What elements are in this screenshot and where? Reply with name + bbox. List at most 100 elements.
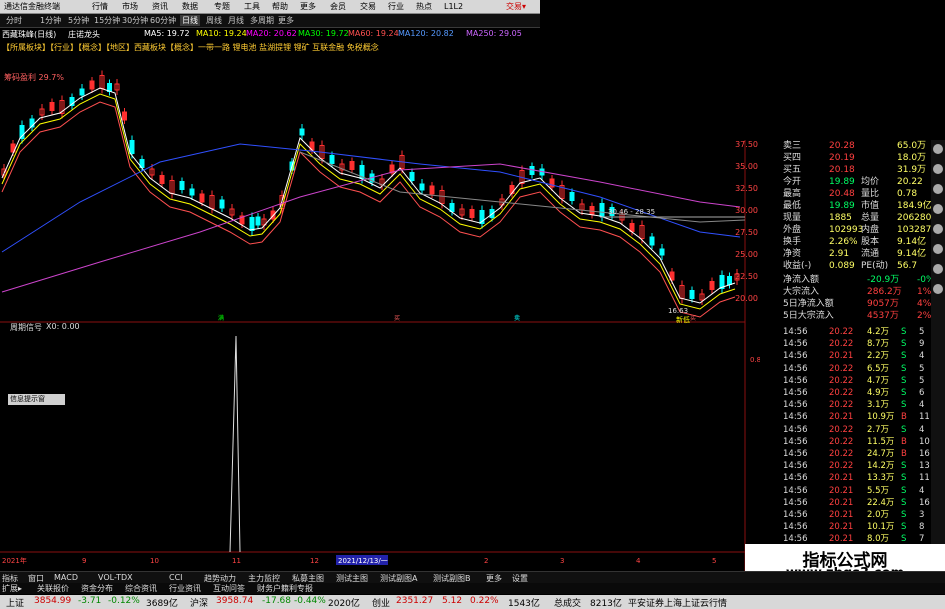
menu-item[interactable]: 帮助 [272, 1, 288, 12]
ma-legend: 西藏珠峰(日线) 庄诺龙头 MA5: 19.72 MA10: 19.24 MA2… [0, 28, 540, 40]
tick-row: 14:56 20.21 2.0万 S 3 [745, 509, 940, 521]
indicator-tab[interactable]: VOL-TDX [98, 573, 133, 582]
index-name[interactable]: 总成交 [554, 596, 581, 609]
tick-count: 5 [919, 327, 925, 337]
menu-item[interactable]: 热点 [416, 1, 432, 12]
chart-icon[interactable] [933, 184, 943, 194]
period-tab[interactable]: 分时 [6, 15, 22, 26]
period-tab[interactable]: 15分钟 [94, 15, 120, 26]
info-popup[interactable]: 信息提示窗 [8, 394, 65, 405]
tick-count: 4 [919, 400, 925, 411]
menu-item[interactable]: 会员 [330, 1, 346, 12]
tick-price: 20.21 [829, 510, 854, 520]
period-tab[interactable]: 30分钟 [122, 15, 148, 26]
quote-value: 20.22 [897, 177, 923, 187]
sub-chart-title[interactable]: 周期信号 [10, 322, 42, 333]
period-tab[interactable]: 5分钟 [68, 15, 89, 26]
time-label: 2021年 [2, 556, 27, 565]
quote-value: 0.089 [829, 261, 855, 271]
index-value: 3854.99 [34, 596, 72, 606]
period-tab[interactable]: 60分钟 [150, 15, 176, 26]
period-tab[interactable]: 更多 [278, 15, 294, 26]
quote-label: 最低 [783, 201, 802, 211]
tick-row: 14:56 20.21 10.9万 B 11 [745, 411, 940, 423]
info-tab[interactable]: 关联报价 [37, 583, 69, 594]
ma-value: MA30: 19.72 [298, 29, 349, 38]
menu-item[interactable]: 行情 [92, 1, 108, 12]
info-tab[interactable]: 资金分布 [81, 583, 113, 594]
quote-label: 均价 [861, 177, 880, 187]
period-tab[interactable]: 周线 [206, 15, 222, 26]
index-name[interactable]: 上证 [6, 596, 24, 609]
info-tab[interactable]: 财务户籍利专报 [257, 583, 313, 594]
gear-icon[interactable] [933, 164, 943, 174]
candle-body [219, 199, 225, 209]
quote-value: 20.18 [829, 165, 855, 175]
period-tab-active[interactable]: 日线 [180, 15, 200, 26]
formula-name[interactable]: 庄诺龙头 [68, 29, 100, 40]
candle-body [122, 111, 127, 121]
tick-side: S [901, 461, 907, 472]
period-tab[interactable]: 1分钟 [40, 15, 61, 26]
flow-label: 大宗流入 [783, 287, 820, 297]
quote-value: 9.14亿 [897, 237, 927, 247]
quote-row: 最高 20.48 量比 0.78 [745, 188, 940, 200]
menu-item[interactable]: 市场 [122, 1, 138, 12]
trade-menu[interactable]: 交易▾ [506, 1, 526, 12]
signal-mark: 满 [218, 314, 224, 322]
indicator-tab[interactable]: MACD [54, 573, 78, 582]
menu-item[interactable]: 行业 [388, 1, 404, 12]
tick-count: 6 [919, 388, 925, 398]
indicator-tab[interactable]: CCI [169, 573, 183, 582]
tick-price: 20.22 [829, 436, 854, 447]
info-icon[interactable] [933, 264, 943, 274]
tick-time: 14:56 [783, 436, 808, 447]
menu-item[interactable]: 工具 [244, 1, 260, 12]
quote-label: 买四 [783, 153, 802, 163]
candle-body [199, 193, 205, 203]
menu-item[interactable]: 更多 [300, 1, 316, 12]
flow-label: 5日净流入额 [783, 299, 834, 309]
info-tab[interactable]: 综合资讯 [125, 583, 157, 594]
period-tab[interactable]: 月线 [228, 15, 244, 26]
index-name[interactable]: 创业 [372, 596, 390, 609]
tick-count: 4 [919, 485, 925, 496]
tick-volume: 4.9万 [867, 388, 890, 398]
info-tab[interactable]: 扩展▸ [2, 583, 22, 594]
info-tab[interactable]: 行业资讯 [169, 583, 201, 594]
share-icon[interactable] [933, 284, 943, 294]
tick-side: S [901, 351, 907, 362]
index-change: -17.68 [262, 596, 292, 606]
list-icon[interactable] [933, 204, 943, 214]
menu-item[interactable]: 数据 [182, 1, 198, 12]
tick-side: S [901, 339, 907, 350]
grid-icon[interactable] [933, 244, 943, 254]
date-cursor: 2021/12/13/一 [338, 557, 388, 565]
star-icon[interactable] [933, 224, 943, 234]
menu-item[interactable]: 专题 [214, 1, 230, 12]
index-name[interactable]: 沪深 [190, 596, 208, 609]
candle-body [429, 185, 435, 195]
quote-value: 2.26% [829, 237, 858, 247]
menu-item[interactable]: 交易 [360, 1, 376, 12]
search-icon[interactable] [933, 144, 943, 154]
menu-item[interactable]: 资讯 [152, 1, 168, 12]
flow-pct: 2% [917, 311, 932, 321]
tick-volume: 22.4万 [867, 497, 895, 508]
tick-count: 16 [919, 449, 930, 459]
stock-name: 西藏珠峰(日线) [2, 30, 57, 39]
tick-side: S [901, 485, 907, 496]
info-tab[interactable]: 互动问答 [213, 583, 245, 594]
tick-side: S [901, 388, 907, 398]
tick-time: 14:56 [783, 363, 808, 374]
quote-label: PE(动) [861, 261, 889, 271]
tick-time: 14:56 [783, 388, 808, 398]
tick-count: 4 [919, 424, 925, 435]
tick-price: 20.22 [829, 339, 854, 350]
tick-side: B [901, 412, 907, 423]
pivot-annotation: 30.46 - 28.35 [608, 208, 655, 216]
candle-body [249, 217, 255, 231]
menu-item[interactable]: L1L2 [444, 1, 463, 12]
quote-label: 买五 [783, 165, 802, 175]
period-tab[interactable]: 多周期 [250, 15, 274, 26]
